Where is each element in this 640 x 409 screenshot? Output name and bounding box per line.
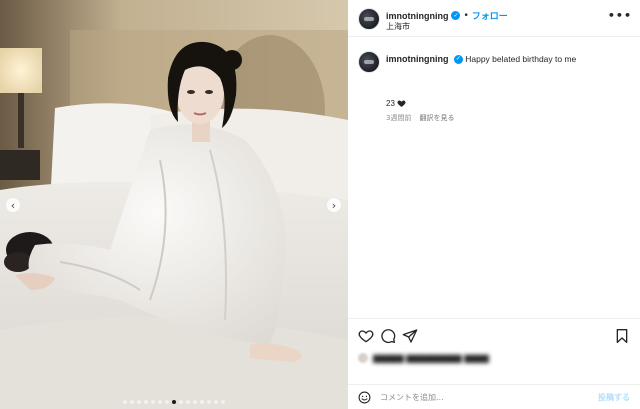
- slide-dot: [144, 400, 148, 404]
- comment-bar: 投稿する: [348, 384, 640, 409]
- chevron-right-icon: ›: [331, 198, 337, 212]
- share-button[interactable]: [402, 328, 418, 344]
- more-options-icon[interactable]: •••: [608, 9, 632, 22]
- slide-dot: [179, 400, 183, 404]
- like-button[interactable]: [358, 328, 374, 344]
- post-comment-button[interactable]: 投稿する: [598, 392, 630, 403]
- post-header: imnotningning ✓ • フォロー 上海市 •••: [348, 0, 640, 37]
- slide-dot: [151, 400, 155, 404]
- caption-avatar[interactable]: [358, 51, 380, 73]
- post-side-panel: imnotningning ✓ • フォロー 上海市 ••• imnotning…: [348, 0, 640, 409]
- liked-by-text-blurred: ▇▇▇▇▇ ▇▇▇▇▇▇▇▇▇ ▇▇▇▇: [373, 353, 489, 363]
- heart-icon: [358, 330, 374, 343]
- slide-dot: [193, 400, 197, 404]
- slide-dot: [186, 400, 190, 404]
- caption-subline: 3週間前 翻訳を見る: [386, 113, 454, 123]
- caption-text: Happy belated birthday to me: [465, 54, 577, 64]
- comment-button[interactable]: [380, 328, 396, 344]
- previous-slide-button[interactable]: ‹: [5, 197, 21, 213]
- username-link[interactable]: imnotningning: [386, 11, 448, 21]
- verified-badge-icon: ✓: [451, 11, 461, 20]
- caption-age: 3週間前: [386, 114, 412, 122]
- slide-dot: [165, 400, 169, 404]
- caption-username[interactable]: imnotningning: [386, 54, 448, 64]
- verified-badge-icon: ✓: [453, 55, 463, 65]
- share-icon: [402, 329, 418, 343]
- slide-dot: [130, 400, 134, 404]
- comment-input[interactable]: [380, 390, 580, 405]
- slide-dot: [137, 400, 141, 404]
- caption-block: imnotningning ✓ Happy belated birthday t…: [348, 37, 640, 317]
- slide-dot: [221, 400, 225, 404]
- bookmark-icon: [616, 329, 628, 343]
- post-media[interactable]: ‹ ›: [0, 0, 348, 409]
- post-photo: [0, 0, 348, 409]
- follow-button[interactable]: フォロー: [472, 9, 508, 22]
- chevron-left-icon: ‹: [10, 198, 16, 212]
- see-translation-link[interactable]: 翻訳を見る: [419, 113, 454, 123]
- slide-dot: [207, 400, 211, 404]
- liked-by-avatar: [358, 353, 368, 363]
- emoji-icon[interactable]: [358, 391, 371, 404]
- separator-dot: •: [463, 10, 469, 21]
- next-slide-button[interactable]: ›: [326, 197, 342, 213]
- slide-dot-active: [172, 400, 176, 404]
- location-link[interactable]: 上海市: [386, 21, 410, 32]
- liked-by-row: ▇▇▇▇▇ ▇▇▇▇▇▇▇▇▇ ▇▇▇▇: [358, 352, 628, 364]
- caption: imnotningning ✓ Happy belated birthday t…: [386, 53, 616, 66]
- post-actions: [348, 318, 640, 348]
- avatar[interactable]: [358, 8, 380, 30]
- save-button[interactable]: [614, 328, 630, 344]
- comment-icon: [381, 329, 396, 344]
- heart-icon: [397, 100, 406, 107]
- slide-indicator: [0, 400, 348, 404]
- caption-count: 23: [386, 99, 406, 108]
- slide-dot: [200, 400, 204, 404]
- caption-count-value: 23: [386, 99, 395, 108]
- slide-dot: [214, 400, 218, 404]
- slide-dot: [123, 400, 127, 404]
- slide-dot: [158, 400, 162, 404]
